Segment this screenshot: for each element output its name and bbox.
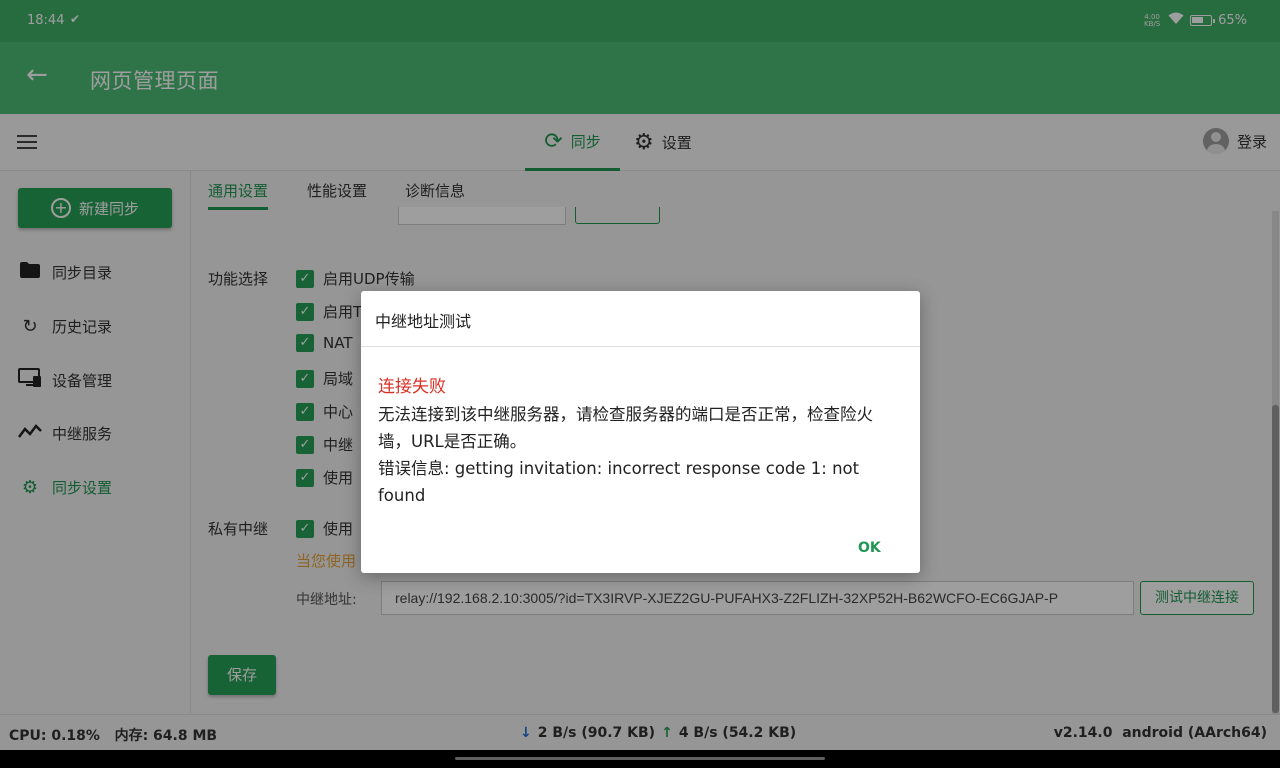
dialog-error-detail: 错误信息: getting invitation: incorrect resp… (378, 459, 860, 505)
dialog-error-title: 连接失败 (378, 377, 446, 397)
relay-test-dialog: 中继地址测试 连接失败 无法连接到该中继服务器，请检查服务器的端口是否正常，检查… (361, 291, 920, 573)
dialog-message-text: 无法连接到该中继服务器，请检查服务器的端口是否正常，检查险火墙，URL是否正确。 (378, 405, 873, 451)
dialog-message: 无法连接到该中继服务器，请检查服务器的端口是否正常，检查险火墙，URL是否正确。… (378, 401, 903, 509)
dialog-ok-button[interactable]: OK (858, 540, 881, 556)
dialog-divider (361, 346, 920, 347)
dialog-title: 中继地址测试 (375, 312, 472, 331)
